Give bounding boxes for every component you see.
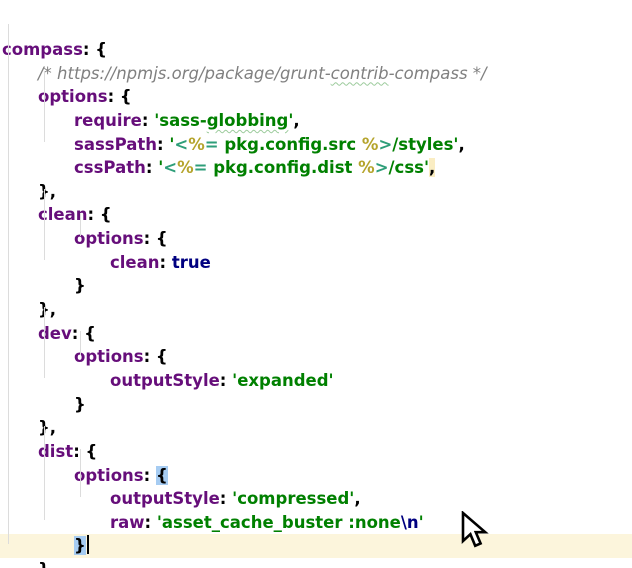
code-token: = [205,135,219,154]
code-token: % [177,158,194,177]
code-token: 'asset_cache_buster :none [157,513,401,532]
code-token: % [188,135,205,154]
code-lines: compass: {/* https://npmjs.org/package/g… [0,38,632,568]
code-token: /styles' [392,135,458,154]
code-token: : [145,513,157,532]
code-token: = [194,158,208,177]
code-token: options [74,347,144,366]
code-token: outputStyle [110,371,220,390]
code-token: : [220,371,232,390]
code-line[interactable]: options: { [0,345,632,369]
code-line[interactable]: } [0,274,632,298]
code-token: clean [110,253,160,272]
code-token: contrib [331,64,389,83]
code-token: -compass */ [389,64,487,83]
code-token: true [172,253,211,272]
code-token: pkg.config.src [219,135,362,154]
code-token: : { [88,205,112,224]
code-line[interactable]: dist: { [0,440,632,464]
code-line[interactable]: sassPath: '<%= pkg.config.src %>/styles'… [0,133,632,157]
code-token: cssPath [74,158,146,177]
code-token: : { [72,324,96,343]
code-line[interactable]: options: { [0,227,632,251]
code-token: }, [38,418,56,437]
code-line[interactable]: options: { [0,85,632,109]
code-line[interactable]: options: { [0,464,632,488]
code-token: % [358,158,375,177]
code-line[interactable]: }, [0,180,632,204]
code-token: : [146,158,158,177]
code-token: : [157,135,169,154]
indent-guide [8,24,9,544]
code-line[interactable]: }, [0,298,632,322]
text-caret [87,535,89,554]
code-token: 'sass- [154,111,207,130]
code-token: < [174,135,188,154]
code-token: options [38,87,108,106]
code-token: 'compressed' [232,489,354,508]
code-line[interactable]: compass: { [0,38,632,62]
code-token: 'expanded' [232,371,333,390]
code-token: } [74,536,86,555]
code-token: , [354,489,360,508]
code-token: : { [83,40,107,59]
code-token: > [375,158,389,177]
code-line[interactable]: raw: 'asset_cache_buster :none\n' [0,511,632,535]
code-line[interactable]: /* https://npmjs.org/package/grunt-contr… [0,62,632,86]
indent-guide [44,307,45,378]
code-token: : [144,466,156,485]
code-token: < [163,158,177,177]
code-token: sassPath [74,135,157,154]
code-line[interactable]: require: 'sass-globbing', [0,109,632,133]
code-token: }, [38,300,56,319]
code-editor[interactable]: compass: {/* https://npmjs.org/package/g… [0,0,632,568]
code-line[interactable]: }, [0,416,632,440]
code-token: compass [2,40,83,59]
indent-guide [80,331,81,355]
code-token: pkg.config.dist [207,158,358,177]
indent-guide [44,426,45,521]
code-token: /* https://npmjs.org/package/grunt- [38,64,331,83]
code-token: : { [73,442,97,461]
code-token: globbing [207,111,289,130]
code-token: } [74,276,86,295]
code-token: : { [108,87,132,106]
code-token: options [74,229,144,248]
code-token: /css' [389,158,430,177]
code-token: \n [401,513,419,532]
code-token: , [429,158,435,177]
indent-guide [80,449,81,496]
code-token: require [74,111,142,130]
code-line[interactable]: } [0,558,632,568]
code-line[interactable]: outputStyle: 'compressed', [0,487,632,511]
code-line[interactable]: cssPath: '<%= pkg.config.dist %>/css', [0,156,632,180]
code-token: : [160,253,172,272]
code-token: , [458,135,464,154]
indent-guide [80,213,81,237]
code-token: { [156,466,168,485]
code-line[interactable]: outputStyle: 'expanded' [0,369,632,393]
code-line[interactable]: clean: { [0,203,632,227]
indent-guide [44,189,45,260]
code-token: : { [144,347,168,366]
code-token: }, [38,182,56,201]
code-token: } [74,395,86,414]
code-token: % [362,135,379,154]
code-token: raw [110,513,145,532]
code-line[interactable]: } [0,393,632,417]
code-line[interactable]: clean: true [0,251,632,275]
code-line[interactable]: dev: { [0,322,632,346]
code-token: options [74,466,144,485]
code-token: , [293,111,299,130]
code-line-caret-row[interactable]: } [0,534,632,558]
code-token: ' [419,513,424,532]
code-token: : [220,489,232,508]
code-token: } [38,560,50,568]
code-token: > [378,135,392,154]
indent-guide [44,71,45,142]
code-token: : { [144,229,168,248]
code-token: outputStyle [110,489,220,508]
code-token: : [142,111,154,130]
